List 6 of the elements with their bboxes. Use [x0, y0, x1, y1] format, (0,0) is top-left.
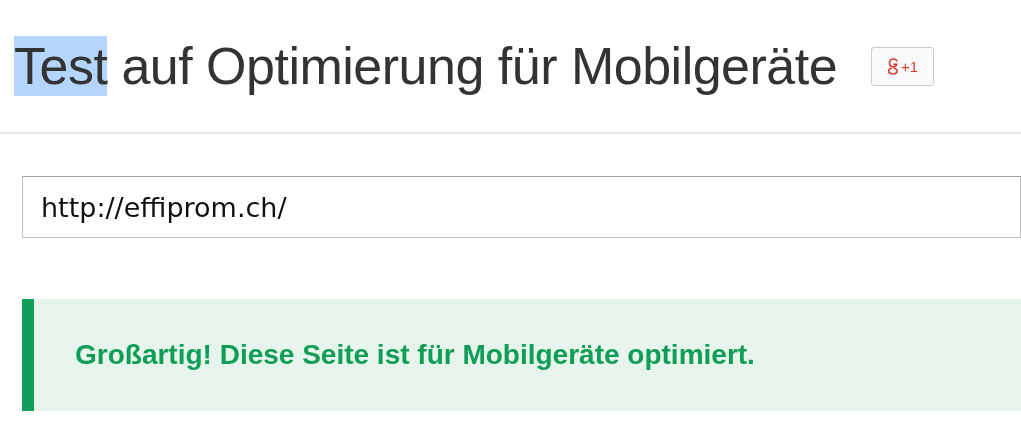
- url-input-field[interactable]: http://effiprom.ch/: [22, 176, 1021, 238]
- selected-title-text: Test: [14, 36, 108, 96]
- result-message: Großartig! Diese Seite ist für Mobilgeräte optimiert.: [75, 339, 755, 371]
- plus-one-button[interactable]: +1: [871, 46, 935, 86]
- g-letter-icon: [887, 56, 900, 76]
- title-text: auf Optimierung für Mobilgeräte: [121, 36, 838, 96]
